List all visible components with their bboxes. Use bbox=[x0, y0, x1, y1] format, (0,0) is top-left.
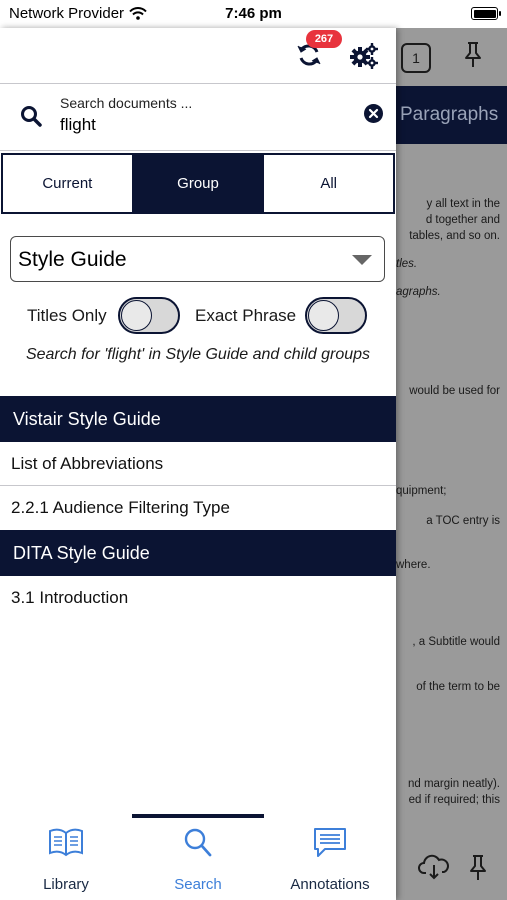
sync-count-badge: 267 bbox=[306, 30, 342, 48]
search-field-container[interactable]: Search documents ... bbox=[0, 85, 396, 151]
scope-tab-group[interactable]: Group bbox=[133, 155, 265, 212]
search-icon bbox=[21, 106, 42, 127]
document-header-title: Paragraphs bbox=[396, 86, 507, 144]
battery-icon bbox=[471, 7, 501, 20]
document-line: agraphs. bbox=[396, 286, 441, 298]
document-line: a TOC entry is bbox=[426, 515, 500, 527]
bottom-tab-bar: Library Search Annotations bbox=[0, 812, 396, 900]
pin-icon[interactable] bbox=[467, 853, 489, 881]
result-group-header: DITA Style Guide bbox=[0, 530, 396, 576]
group-dropdown-value: Style Guide bbox=[18, 248, 127, 271]
result-item[interactable]: 3.1 Introduction bbox=[0, 576, 396, 620]
document-line: ed if required; this bbox=[408, 794, 500, 806]
tab-library[interactable]: Library bbox=[0, 822, 132, 900]
search-drawer: 267 Search documents ... flight Current … bbox=[0, 28, 396, 900]
status-bar: Network Provider 7:46 pm bbox=[0, 0, 507, 28]
search-options-row: Titles Only Exact Phrase bbox=[0, 296, 396, 336]
tab-annotations[interactable]: Annotations bbox=[264, 822, 396, 900]
document-line: , a Subtitle would bbox=[412, 636, 500, 648]
group-dropdown[interactable]: Style Guide bbox=[10, 236, 385, 282]
document-line: nd margin neatly). bbox=[407, 778, 500, 790]
document-line: where. bbox=[396, 559, 431, 571]
search-input[interactable] bbox=[60, 113, 350, 137]
result-group-header: Vistair Style Guide bbox=[0, 396, 396, 442]
scope-tab-all[interactable]: All bbox=[264, 155, 394, 212]
titles-only-toggle[interactable] bbox=[118, 297, 180, 334]
search-scope-segmented-control: Current Group All bbox=[1, 153, 395, 214]
annotations-icon bbox=[314, 828, 346, 857]
tab-search[interactable]: Search bbox=[132, 822, 264, 900]
search-scope-hint: Search for 'flight' in Style Guide and c… bbox=[25, 346, 371, 363]
document-line: tles. bbox=[396, 258, 418, 270]
result-item[interactable]: List of Abbreviations bbox=[0, 442, 396, 486]
result-item[interactable]: 2.2.1 Audience Filtering Type bbox=[0, 486, 396, 530]
toggle-knob bbox=[308, 300, 339, 331]
search-results-list: Vistair Style Guide List of Abbreviation… bbox=[0, 396, 396, 620]
chevron-down-icon bbox=[352, 255, 372, 265]
document-body: y all text in the d together and tables,… bbox=[396, 144, 504, 806]
document-line: quipment; bbox=[396, 485, 447, 497]
exact-phrase-label: Exact Phrase bbox=[195, 306, 297, 325]
cloud-download-icon[interactable] bbox=[418, 853, 450, 881]
titles-only-label: Titles Only bbox=[27, 306, 107, 325]
page-count-box[interactable]: 1 bbox=[401, 43, 431, 73]
status-time: 7:46 pm bbox=[225, 5, 282, 22]
document-line: would be used for bbox=[409, 385, 500, 397]
clear-search-icon[interactable] bbox=[364, 104, 383, 123]
tab-library-label: Library bbox=[43, 876, 89, 893]
exact-phrase-toggle[interactable] bbox=[305, 297, 367, 334]
book-icon bbox=[49, 828, 83, 857]
tab-annotations-label: Annotations bbox=[290, 876, 370, 893]
drawer-toolbar: 267 bbox=[0, 28, 396, 84]
tab-search-label: Search bbox=[174, 876, 222, 893]
scope-tab-current[interactable]: Current bbox=[3, 155, 134, 212]
document-line: of the term to be bbox=[416, 681, 500, 693]
document-line: tables, and so on. bbox=[409, 230, 500, 242]
document-line: y all text in the bbox=[426, 198, 500, 210]
search-placeholder-label: Search documents ... bbox=[60, 95, 193, 111]
search-icon bbox=[184, 828, 212, 857]
settings-gears-icon[interactable] bbox=[349, 42, 379, 70]
pin-icon[interactable] bbox=[462, 40, 484, 68]
active-tab-indicator bbox=[132, 814, 264, 818]
document-line: d together and bbox=[425, 214, 500, 226]
toggle-knob bbox=[121, 300, 152, 331]
